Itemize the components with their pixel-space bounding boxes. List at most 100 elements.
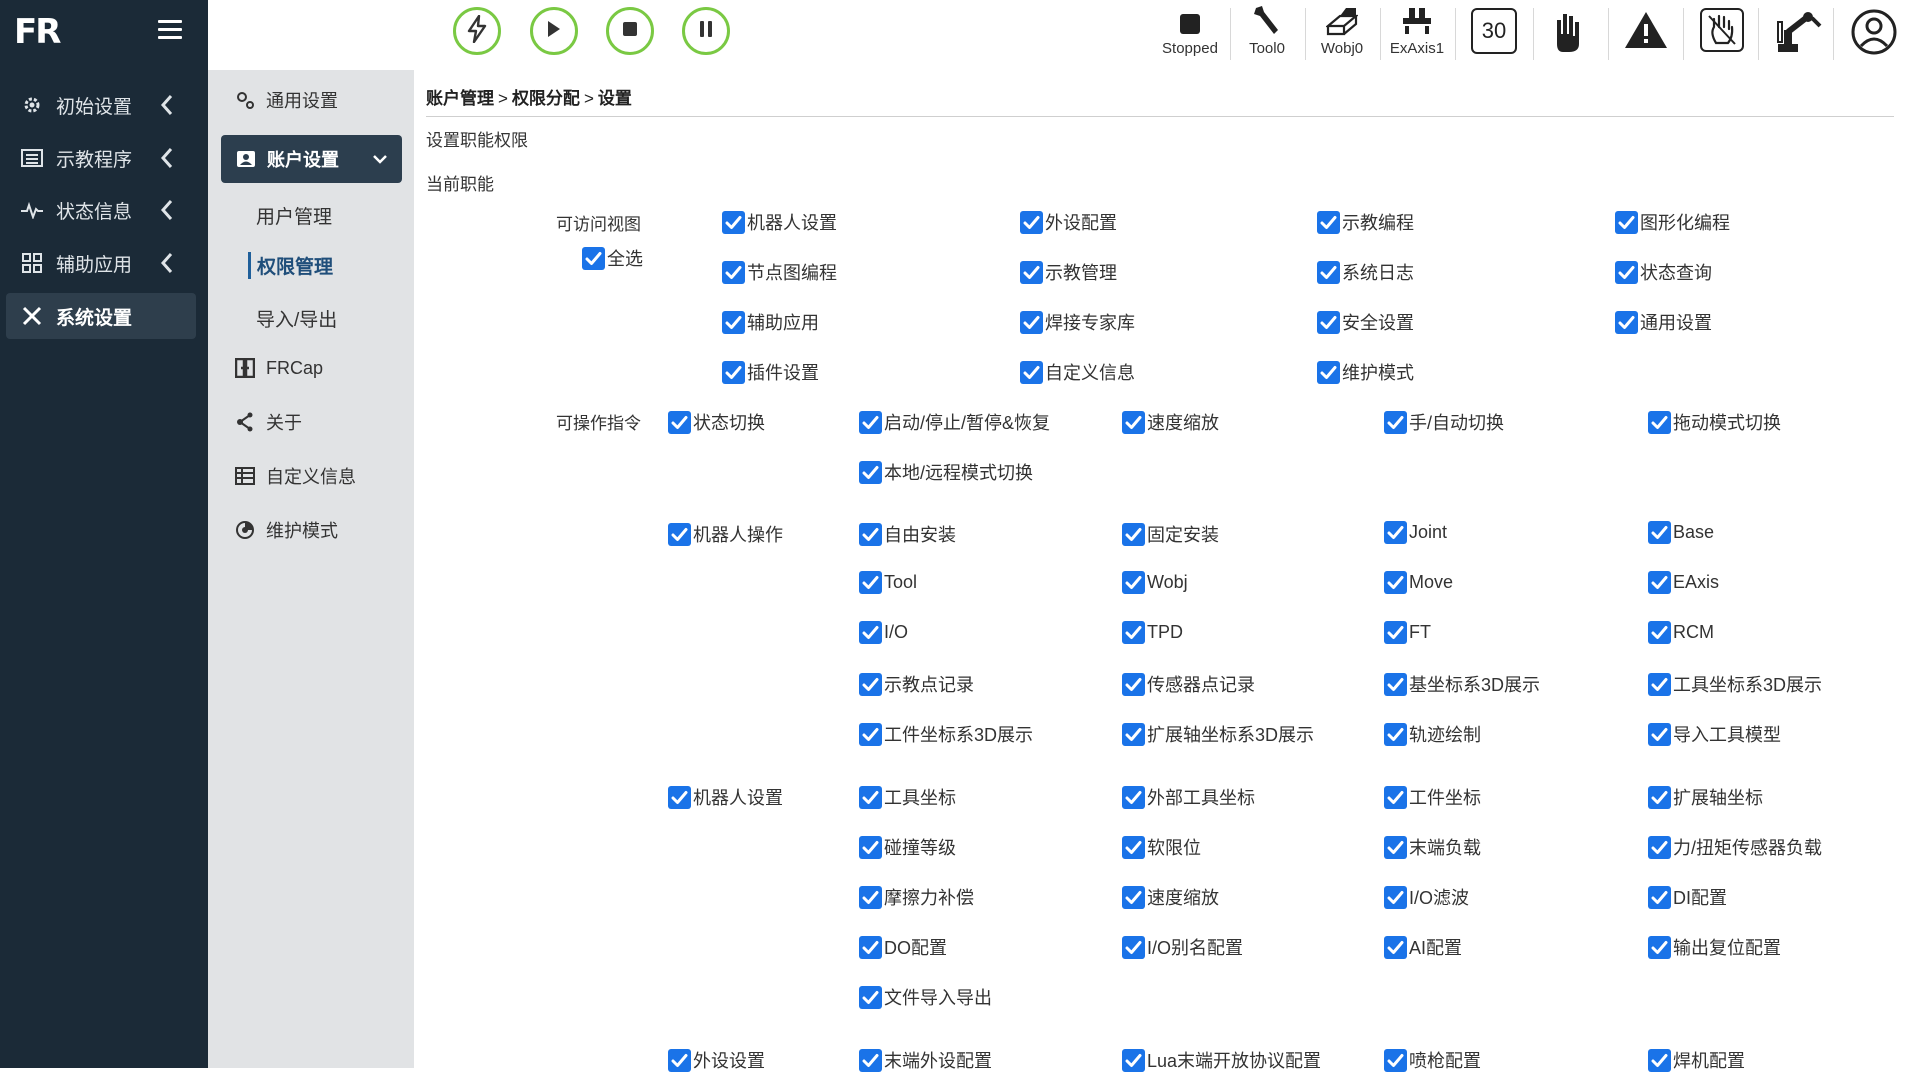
checkbox-checked-icon[interactable] [582, 246, 605, 270]
tool-selector[interactable]: Tool0 [1232, 4, 1302, 57]
checkbox-checked-icon[interactable] [1384, 672, 1407, 696]
view-permission-checkbox[interactable]: 维护模式 [1317, 359, 1414, 385]
command-permission-checkbox[interactable]: TPD [1122, 621, 1183, 644]
command-permission-checkbox[interactable]: 喷枪配置 [1384, 1047, 1481, 1073]
checkbox-checked-icon[interactable] [1122, 571, 1145, 594]
checkbox-checked-icon[interactable] [1122, 935, 1145, 959]
checkbox-checked-icon[interactable] [1020, 260, 1043, 284]
command-permission-checkbox[interactable]: 焊机配置 [1648, 1047, 1745, 1073]
checkbox-checked-icon[interactable] [668, 1048, 691, 1072]
select-all-checkbox[interactable]: 全选 [582, 245, 643, 271]
command-permission-checkbox[interactable]: 示教点记录 [859, 671, 974, 697]
command-permission-checkbox[interactable]: Base [1648, 521, 1714, 544]
checkbox-checked-icon[interactable] [722, 310, 745, 334]
view-permission-checkbox[interactable]: 通用设置 [1615, 309, 1712, 335]
command-permission-checkbox[interactable]: I/O [859, 621, 908, 644]
view-permission-checkbox[interactable]: 示教编程 [1317, 209, 1414, 235]
checkbox-checked-icon[interactable] [1122, 722, 1145, 746]
checkbox-checked-icon[interactable] [1648, 835, 1671, 859]
view-permission-checkbox[interactable]: 辅助应用 [722, 309, 819, 335]
view-permission-checkbox[interactable]: 自定义信息 [1020, 359, 1135, 385]
command-permission-checkbox[interactable]: AI配置 [1384, 934, 1462, 960]
checkbox-checked-icon[interactable] [1648, 1048, 1671, 1072]
exaxis-selector[interactable]: ExAxis1 [1382, 4, 1452, 57]
command-permission-checkbox[interactable]: RCM [1648, 621, 1714, 644]
command-permission-checkbox[interactable]: EAxis [1648, 571, 1719, 594]
command-permission-checkbox[interactable]: 本地/远程模式切换 [859, 459, 1033, 485]
hand-icon[interactable] [1551, 10, 1585, 59]
checkbox-checked-icon[interactable] [668, 522, 691, 546]
command-permission-checkbox[interactable]: 软限位 [1122, 834, 1201, 860]
checkbox-checked-icon[interactable] [859, 835, 882, 859]
checkbox-checked-icon[interactable] [1648, 885, 1671, 909]
checkbox-checked-icon[interactable] [1122, 835, 1145, 859]
view-permission-checkbox[interactable]: 焊接专家库 [1020, 309, 1135, 335]
checkbox-checked-icon[interactable] [859, 522, 882, 546]
checkbox-checked-icon[interactable] [1648, 935, 1671, 959]
nav-item-initial-settings[interactable]: 初始设置 [6, 82, 196, 128]
stop-button[interactable] [606, 7, 654, 55]
play-button[interactable] [530, 7, 578, 55]
view-permission-checkbox[interactable]: 节点图编程 [722, 259, 837, 285]
checkbox-checked-icon[interactable] [859, 785, 882, 809]
sub-item-about[interactable]: 关于 [220, 398, 400, 446]
breadcrumb-permission[interactable]: 权限分配 [512, 89, 580, 108]
nav-item-system-settings[interactable]: 系统设置 [6, 293, 196, 339]
checkbox-checked-icon[interactable] [1317, 210, 1340, 234]
checkbox-checked-icon[interactable] [859, 1048, 882, 1072]
checkbox-checked-icon[interactable] [1122, 621, 1145, 644]
view-permission-checkbox[interactable]: 图形化编程 [1615, 209, 1730, 235]
enable-button[interactable] [453, 7, 501, 55]
checkbox-checked-icon[interactable] [1122, 1048, 1145, 1072]
checkbox-checked-icon[interactable] [859, 722, 882, 746]
checkbox-checked-icon[interactable] [722, 260, 745, 284]
checkbox-checked-icon[interactable] [859, 571, 882, 594]
checkbox-checked-icon[interactable] [1648, 785, 1671, 809]
checkbox-checked-icon[interactable] [1122, 885, 1145, 909]
checkbox-checked-icon[interactable] [722, 360, 745, 384]
command-permission-checkbox[interactable]: DO配置 [859, 934, 947, 960]
command-permission-checkbox[interactable]: 扩展轴坐标 [1648, 784, 1763, 810]
view-permission-checkbox[interactable]: 示教管理 [1020, 259, 1117, 285]
checkbox-checked-icon[interactable] [722, 210, 745, 234]
sub-item-custom-info[interactable]: 自定义信息 [220, 452, 400, 500]
checkbox-checked-icon[interactable] [1615, 260, 1638, 284]
periph-settings-checkbox[interactable]: 外设设置 [668, 1047, 765, 1073]
view-permission-checkbox[interactable]: 系统日志 [1317, 259, 1414, 285]
command-permission-checkbox[interactable]: Joint [1384, 521, 1447, 544]
view-permission-checkbox[interactable]: 安全设置 [1317, 309, 1414, 335]
checkbox-checked-icon[interactable] [1384, 621, 1407, 644]
checkbox-checked-icon[interactable] [1020, 210, 1043, 234]
state-switch-checkbox[interactable]: 状态切换 [668, 409, 765, 435]
command-permission-checkbox[interactable]: 扩展轴坐标系3D展示 [1122, 721, 1314, 747]
view-permission-checkbox[interactable]: 外设配置 [1020, 209, 1117, 235]
checkbox-checked-icon[interactable] [1648, 672, 1671, 696]
checkbox-checked-icon[interactable] [1020, 360, 1043, 384]
command-permission-checkbox[interactable]: 启动/停止/暂停&恢复 [859, 409, 1050, 435]
checkbox-checked-icon[interactable] [1648, 722, 1671, 746]
checkbox-checked-icon[interactable] [859, 885, 882, 909]
nav-item-aux-apps[interactable]: 辅助应用 [6, 240, 196, 286]
command-permission-checkbox[interactable]: 手/自动切换 [1384, 409, 1504, 435]
checkbox-checked-icon[interactable] [1020, 310, 1043, 334]
command-permission-checkbox[interactable]: 轨迹绘制 [1384, 721, 1481, 747]
checkbox-checked-icon[interactable] [859, 935, 882, 959]
checkbox-checked-icon[interactable] [1122, 522, 1145, 546]
checkbox-checked-icon[interactable] [859, 985, 882, 1009]
robot-op-checkbox[interactable]: 机器人操作 [668, 521, 783, 547]
command-permission-checkbox[interactable]: I/O别名配置 [1122, 934, 1243, 960]
command-permission-checkbox[interactable]: 传感器点记录 [1122, 671, 1255, 697]
command-permission-checkbox[interactable]: Tool [859, 571, 917, 594]
sub-item-general[interactable]: 通用设置 [220, 76, 400, 124]
sub-item-user-mgmt[interactable]: 用户管理 [256, 202, 332, 229]
nav-item-status-info[interactable]: 状态信息 [6, 187, 196, 233]
command-permission-checkbox[interactable]: 末端外设配置 [859, 1047, 992, 1073]
checkbox-checked-icon[interactable] [1122, 672, 1145, 696]
checkbox-checked-icon[interactable] [668, 410, 691, 434]
checkbox-checked-icon[interactable] [1317, 360, 1340, 384]
checkbox-checked-icon[interactable] [859, 621, 882, 644]
command-permission-checkbox[interactable]: 力/扭矩传感器负载 [1648, 834, 1822, 860]
checkbox-checked-icon[interactable] [1384, 1048, 1407, 1072]
view-permission-checkbox[interactable]: 机器人设置 [722, 209, 837, 235]
command-permission-checkbox[interactable]: I/O滤波 [1384, 884, 1469, 910]
